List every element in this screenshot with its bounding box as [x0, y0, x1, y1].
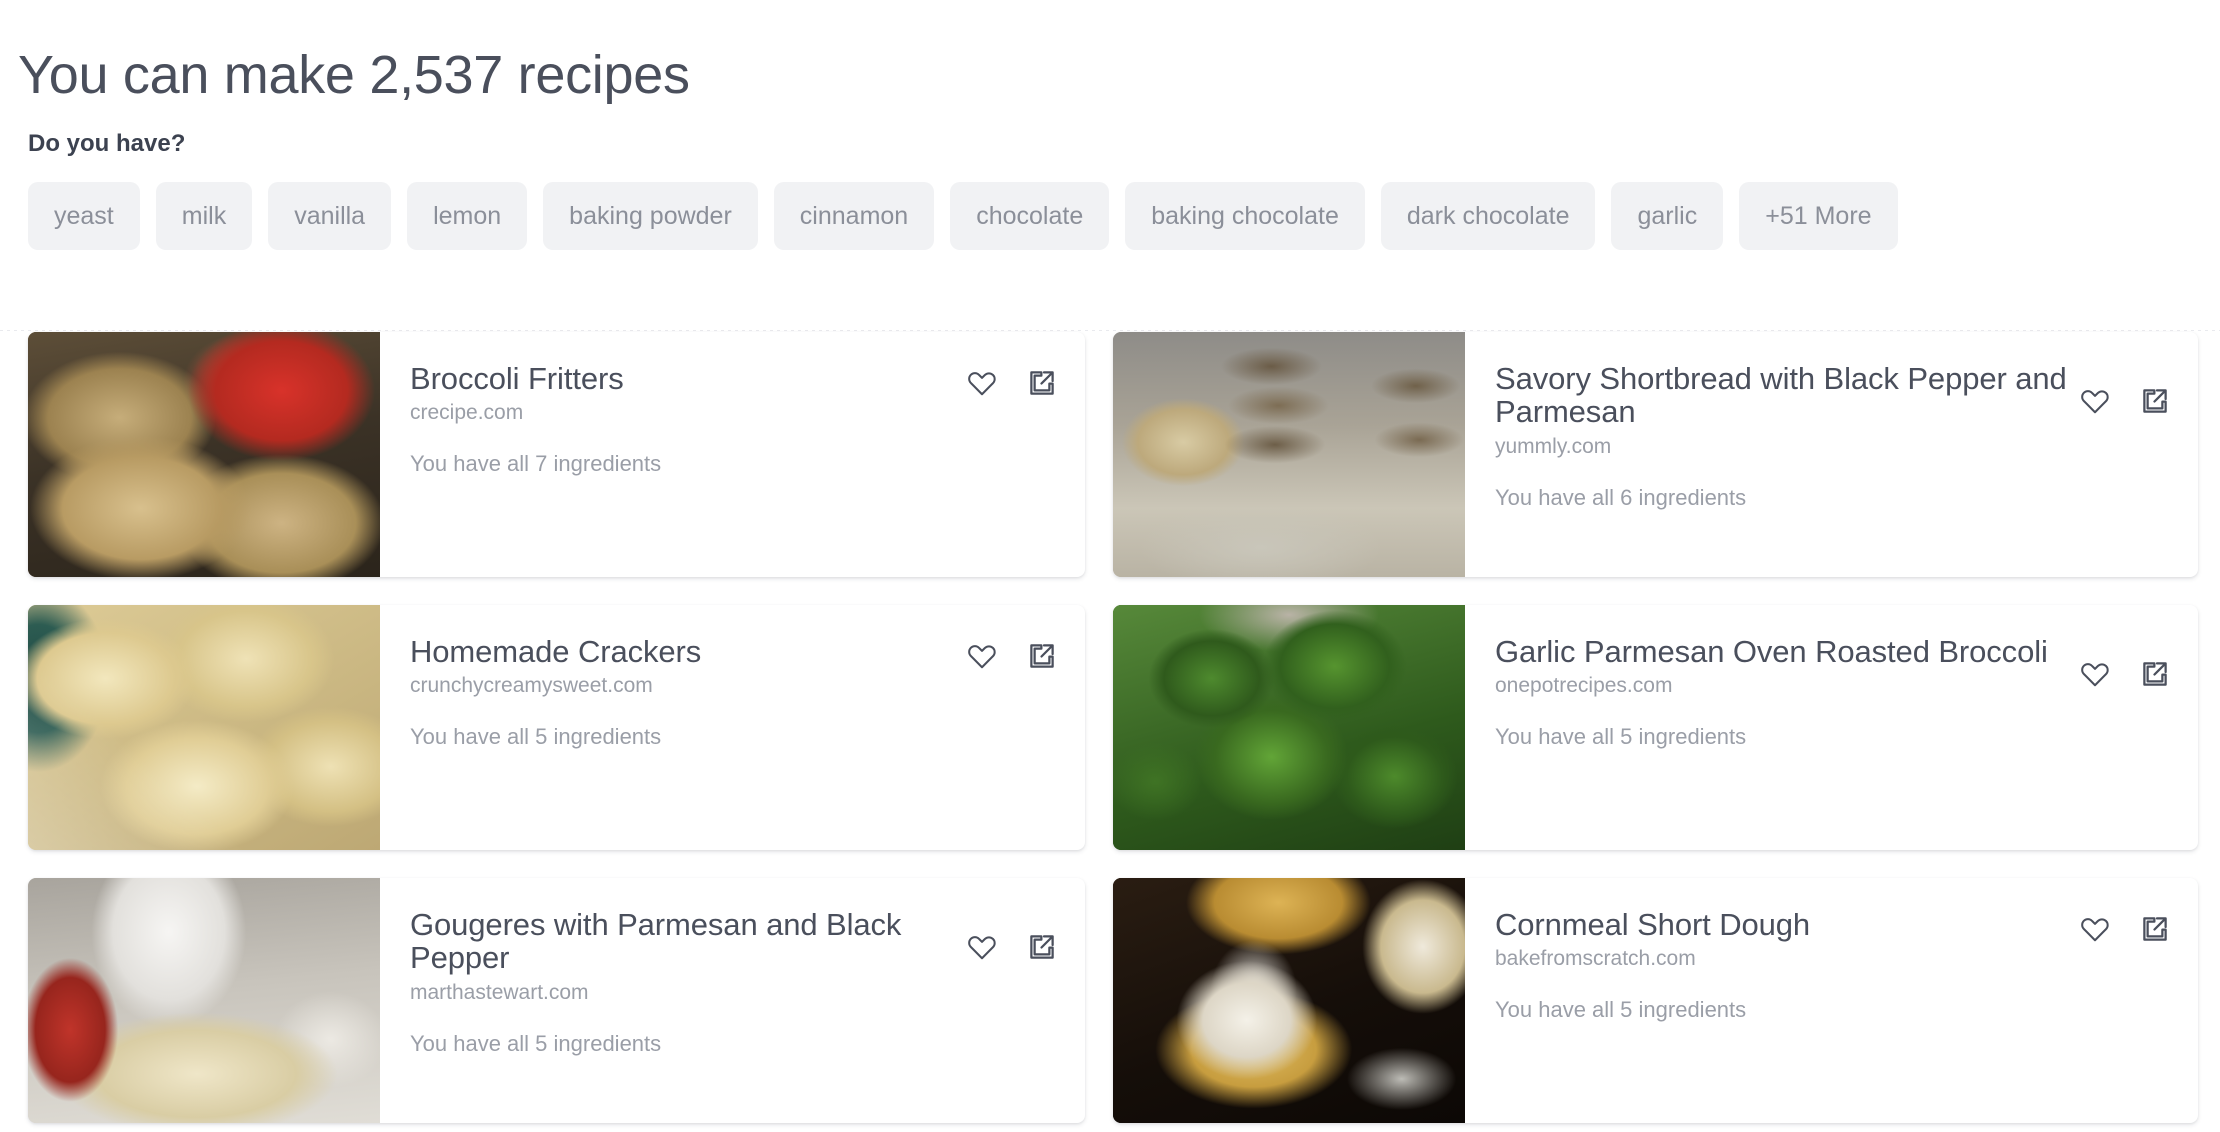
external-link-icon[interactable] [1025, 366, 1059, 400]
recipe-card-body: Broccoli Fritters crecipe.com You have all… [380, 332, 1085, 577]
recipe-ingredient-status: You have all 5 ingredients [1495, 997, 1747, 1023]
recipe-ingredient-status: You have all 6 ingredients [1495, 484, 1747, 510]
recipe-card[interactable]: Broccoli Fritters crecipe.com You have all… [28, 332, 1085, 577]
page-title: You can make 2,537 recipes [18, 45, 690, 106]
recipe-card[interactable]: Savory Shortbread with Black Pepper and … [1113, 332, 2198, 577]
ingredient-chip-list: yeast milk vanilla lemon baking powder cinnam… [28, 182, 1898, 250]
recipe-source-domain: crunchycreamysweet.com [410, 674, 653, 698]
recipe-card-body: Homemade Crackers crunchycreamysweet.com Y… [380, 605, 1085, 850]
recipe-card-actions [965, 930, 1059, 964]
chip-more[interactable]: +51 More [1739, 182, 1898, 250]
recipe-card-actions [965, 366, 1059, 400]
recipe-thumbnail [1113, 878, 1465, 1123]
recipe-thumbnail [28, 332, 380, 577]
ingredient-chip[interactable]: yeast [28, 182, 140, 250]
recipe-ingredient-status: You have all 5 ingredients [410, 1030, 662, 1056]
external-link-icon[interactable] [2138, 384, 2172, 418]
recipe-card[interactable]: Garlic Parmesan Oven Roasted Broccoli one… [1113, 605, 2198, 850]
ingredient-chip[interactable]: dark chocolate [1380, 182, 1596, 250]
heart-icon[interactable] [2078, 657, 2112, 691]
recipe-thumbnail [1113, 332, 1465, 577]
external-link-icon[interactable] [1025, 930, 1059, 964]
recipe-row: Gougeres with Parmesan and Black Pepper m… [0, 878, 2220, 1132]
recipe-ingredient-status: You have all 7 ingredients [410, 451, 662, 477]
ingredient-chip[interactable]: cinnamon [773, 182, 935, 250]
recipe-card[interactable]: Cornmeal Short Dough bakefromscratch.com Y… [1113, 878, 2198, 1123]
recipe-results-page: You can make 2,537 recipes Do you have? … [0, 0, 2220, 1132]
recipe-row: Homemade Crackers crunchycreamysweet.com Y… [0, 605, 2220, 878]
external-link-icon[interactable] [2138, 657, 2172, 691]
ingredient-chip[interactable]: vanilla [268, 182, 392, 250]
external-link-icon[interactable] [2138, 912, 2172, 946]
recipe-ingredient-status: You have all 5 ingredients [1495, 724, 1747, 750]
recipe-thumbnail [28, 878, 380, 1123]
recipe-source-domain: marthastewart.com [410, 980, 589, 1004]
heart-icon[interactable] [965, 639, 999, 673]
section-divider [0, 330, 2220, 331]
recipe-card-actions [2078, 384, 2172, 418]
recipe-card-body: Garlic Parmesan Oven Roasted Broccoli one… [1465, 605, 2198, 850]
recipe-card[interactable]: Homemade Crackers crunchycreamysweet.com Y… [28, 605, 1085, 850]
recipe-source-domain: yummly.com [1495, 434, 1612, 458]
ingredient-chip[interactable]: baking powder [543, 182, 758, 250]
recipe-source-domain: crecipe.com [410, 401, 524, 425]
ingredient-chip[interactable]: garlic [1611, 182, 1724, 250]
recipe-source-domain: bakefromscratch.com [1495, 947, 1696, 971]
heart-icon[interactable] [965, 930, 999, 964]
recipe-card-body: Gougeres with Parmesan and Black Pepper m… [380, 878, 1085, 1123]
ingredient-chip[interactable]: baking chocolate [1125, 182, 1365, 250]
recipe-thumbnail [1113, 605, 1465, 850]
recipe-thumbnail [28, 605, 380, 850]
recipe-card-body: Savory Shortbread with Black Pepper and … [1465, 332, 2198, 577]
ingredient-chip[interactable]: lemon [407, 182, 528, 250]
recipe-grid: Broccoli Fritters crecipe.com You have all… [0, 332, 2220, 1132]
heart-icon[interactable] [2078, 912, 2112, 946]
recipe-card-actions [965, 639, 1059, 673]
external-link-icon[interactable] [1025, 639, 1059, 673]
recipe-card[interactable]: Gougeres with Parmesan and Black Pepper m… [28, 878, 1085, 1123]
recipe-card-actions [2078, 657, 2172, 691]
recipe-row: Broccoli Fritters crecipe.com You have all… [0, 332, 2220, 605]
ingredient-chip[interactable]: milk [155, 182, 253, 250]
recipe-card-body: Cornmeal Short Dough bakefromscratch.com Y… [1465, 878, 2198, 1123]
heart-icon[interactable] [965, 366, 999, 400]
filter-section-label: Do you have? [28, 130, 186, 157]
heart-icon[interactable] [2078, 384, 2112, 418]
recipe-ingredient-status: You have all 5 ingredients [410, 724, 662, 750]
recipe-card-actions [2078, 912, 2172, 946]
ingredient-chip[interactable]: chocolate [950, 182, 1110, 250]
